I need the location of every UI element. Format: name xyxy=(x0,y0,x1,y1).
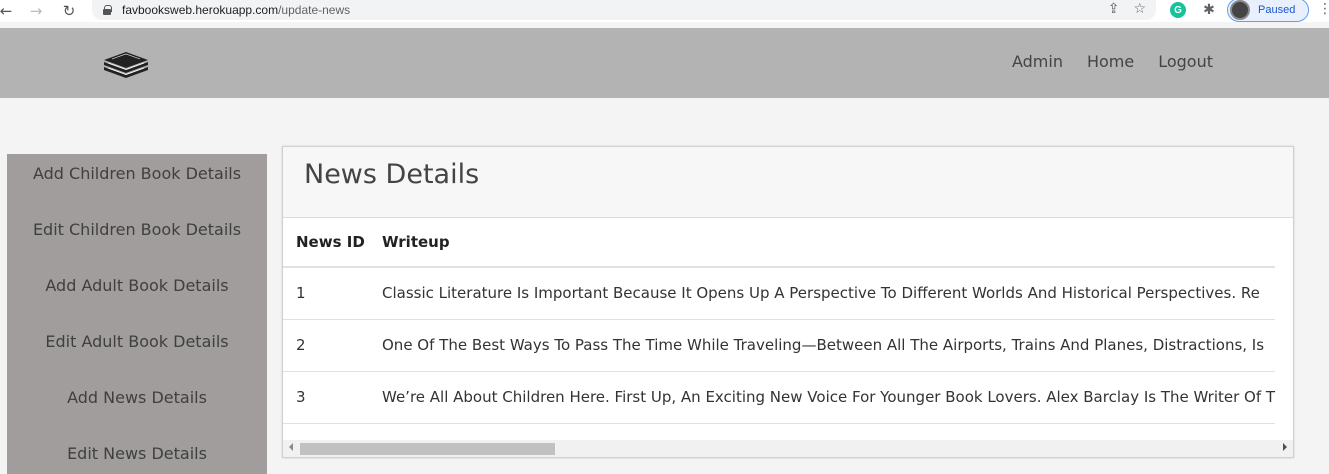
share-icon[interactable]: ⇪ xyxy=(1108,1,1120,17)
sidebar: Add Children Book Details Edit Children … xyxy=(7,154,267,474)
news-id-cell: 1 xyxy=(283,267,369,320)
avatar xyxy=(1230,0,1250,20)
column-header-news-id: News ID xyxy=(283,218,369,268)
extensions-icon[interactable]: ✱ xyxy=(1199,0,1219,20)
url-text[interactable]: favbooksweb.herokuapp.com/update-news xyxy=(122,3,350,17)
browser-toolbar: ← → ↻ favbooksweb.herokuapp.com/update-n… xyxy=(0,0,1329,22)
news-id-cell: 2 xyxy=(283,319,369,372)
top-nav: Admin Home Logout xyxy=(1012,52,1213,71)
forward-icon[interactable]: → xyxy=(24,0,48,22)
scrollbar-thumb[interactable] xyxy=(300,443,555,455)
sidebar-item-edit-children-book[interactable]: Edit Children Book Details xyxy=(7,220,267,239)
nav-admin-link[interactable]: Admin xyxy=(1012,52,1063,71)
grammarly-extension-icon[interactable]: G xyxy=(1169,0,1187,20)
column-header-writeup: Writeup xyxy=(369,218,1276,268)
horizontal-scrollbar[interactable] xyxy=(283,440,1293,457)
card-header: News Details xyxy=(283,147,1293,218)
nav-logout-link[interactable]: Logout xyxy=(1158,52,1213,71)
profile-status: Paused xyxy=(1258,4,1296,16)
news-table-container[interactable]: News ID Writeup 1 Classic Literature Is … xyxy=(283,218,1293,440)
news-table: News ID Writeup 1 Classic Literature Is … xyxy=(283,218,1276,424)
writeup-cell: One Of The Best Ways To Pass The Time Wh… xyxy=(369,319,1276,372)
browser-menu-icon[interactable]: ⋮ xyxy=(1318,1,1329,17)
news-id-cell: 3 xyxy=(283,371,369,424)
url-path: /update-news xyxy=(278,3,351,17)
writeup-cell: Classic Literature Is Important Because … xyxy=(369,267,1276,320)
address-bar[interactable]: favbooksweb.herokuapp.com/update-news ⇪ … xyxy=(92,0,1156,20)
table-row[interactable]: 2 One Of The Best Ways To Pass The Time … xyxy=(283,319,1276,372)
news-details-card: News Details News ID Writeup 1 Classic L… xyxy=(282,146,1294,458)
sidebar-item-edit-news[interactable]: Edit News Details xyxy=(7,444,267,463)
sidebar-item-edit-adult-book[interactable]: Edit Adult Book Details xyxy=(7,332,267,351)
reload-icon[interactable]: ↻ xyxy=(57,0,81,22)
site-header: Admin Home Logout xyxy=(0,28,1329,98)
scroll-left-arrow-icon[interactable] xyxy=(289,443,293,451)
sidebar-item-add-adult-book[interactable]: Add Adult Book Details xyxy=(7,276,267,295)
back-icon[interactable]: ← xyxy=(0,0,18,22)
page-title: News Details xyxy=(304,159,480,190)
lock-icon xyxy=(102,5,112,15)
sidebar-item-add-children-book[interactable]: Add Children Book Details xyxy=(7,164,267,183)
books-logo-icon[interactable] xyxy=(102,48,150,78)
url-host: favbooksweb.herokuapp.com xyxy=(122,3,279,17)
table-row[interactable]: 1 Classic Literature Is Important Becaus… xyxy=(283,267,1276,320)
sidebar-item-add-news[interactable]: Add News Details xyxy=(7,388,267,407)
scroll-right-arrow-icon[interactable] xyxy=(1283,443,1287,451)
profile-button[interactable]: Paused xyxy=(1227,0,1309,22)
star-icon[interactable]: ☆ xyxy=(1133,1,1146,17)
writeup-cell: We’re All About Children Here. First Up,… xyxy=(369,371,1276,424)
grammarly-icon: G xyxy=(1170,2,1186,18)
nav-home-link[interactable]: Home xyxy=(1087,52,1134,71)
table-header-row: News ID Writeup xyxy=(283,218,1276,268)
table-row[interactable]: 3 We’re All About Children Here. First U… xyxy=(283,371,1276,424)
